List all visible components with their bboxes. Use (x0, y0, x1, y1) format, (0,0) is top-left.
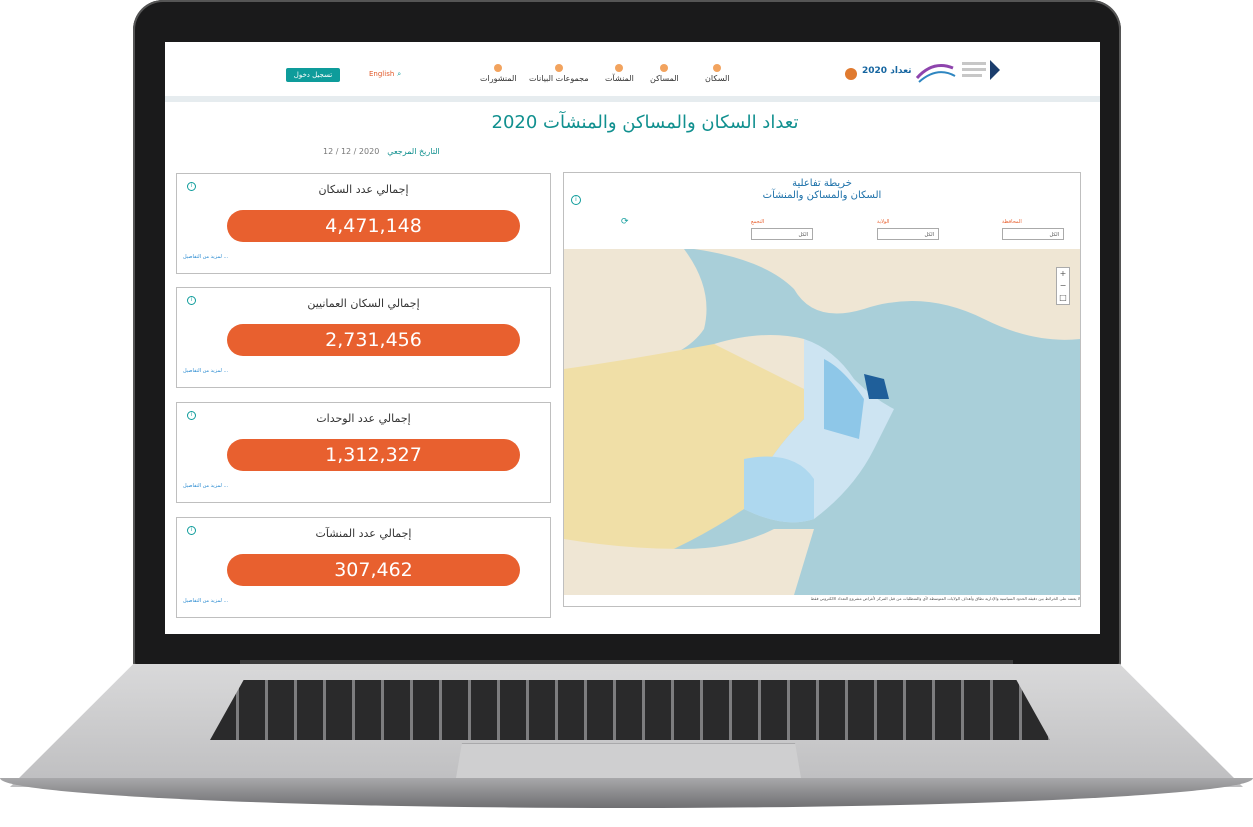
reference-date: 12 / 12 / 2020 التاريخ المرجعي (323, 147, 440, 156)
nav-item-label: مجموعات البيانات (529, 74, 589, 83)
stat-card-value: 1,312,327 (227, 439, 520, 471)
datasets-icon (554, 64, 563, 72)
wilayat-select[interactable]: الكل (877, 228, 939, 240)
map-title: خريطة تفاعلية السكان والمساكن والمنشآت (564, 178, 1080, 202)
more-details-link[interactable]: لمزيد من التفاصيل ... (183, 254, 228, 260)
nav-item-establishments[interactable]: المنشآت (605, 64, 634, 83)
more-details-link[interactable]: لمزيد من التفاصيل ... (183, 368, 228, 374)
census-logo-icon (845, 68, 857, 80)
stat-card-value: 4,471,148 (227, 210, 520, 242)
reference-date-label: التاريخ المرجعي (387, 147, 440, 156)
nav-item-label: السكان (705, 74, 730, 83)
more-details-link[interactable]: لمزيد من التفاصيل ... (183, 483, 228, 489)
laptop-base-edge (0, 778, 1253, 808)
language-label: English (369, 70, 395, 78)
housing-icon (660, 64, 669, 72)
nav-item-population[interactable]: السكان (705, 64, 730, 83)
reference-date-value: 12 / 12 / 2020 (323, 147, 380, 156)
map-zoom-controls[interactable]: + − □ (1056, 267, 1070, 305)
nav-item-label: المساكن (650, 74, 679, 83)
filter-wilayat: الولاية الكل (877, 219, 941, 240)
more-details-link[interactable]: لمزيد من التفاصيل ... (183, 598, 228, 604)
locality-select[interactable]: الكل (751, 228, 813, 240)
stat-card-value: 2,731,456 (227, 324, 520, 356)
page-title: تعداد السكان والمساكن والمنشآت 2020 (491, 112, 799, 133)
stat-card-title: إجمالي عدد الوحدات (316, 412, 411, 425)
stat-card-value: 307,462 (227, 554, 520, 586)
establishments-icon (615, 64, 624, 72)
screen: تسجيل دخول English ⌕ المنشورات مجموعات ال… (165, 42, 1100, 634)
stat-card-title: إجمالي السكان العمانيين (307, 297, 420, 310)
nav-item-datasets[interactable]: مجموعات البيانات (529, 64, 589, 83)
stat-card-total-units: i إجمالي عدد الوحدات 1,312,327 لمزيد من … (176, 402, 551, 503)
interactive-map-panel: i خريطة تفاعلية السكان والمساكن والمنشآت… (563, 172, 1081, 607)
top-navigation-bar: تسجيل دخول English ⌕ المنشورات مجموعات ال… (165, 42, 1100, 102)
nav-item-housing[interactable]: المساكن (650, 64, 679, 83)
map-canvas[interactable] (564, 249, 1080, 595)
laptop-keyboard (210, 680, 1050, 740)
governorate-select[interactable]: الكل (1002, 228, 1064, 240)
map-title-line-2: السكان والمساكن والمنشآت (762, 190, 882, 201)
nav-item-label: المنشآت (605, 74, 634, 83)
stat-card-total-population: i إجمالي عدد السكان 4,471,148 لمزيد من ا… (176, 173, 551, 274)
census-brand: تعداد 2020 (862, 66, 912, 76)
publications-icon (494, 64, 503, 72)
ncsi-logo-icon (962, 60, 1000, 80)
map-graphic (564, 249, 1080, 595)
search-icon[interactable]: ⌕ (397, 70, 401, 78)
login-button[interactable]: تسجيل دخول (286, 68, 340, 82)
map-title-line-1: خريطة تفاعلية (792, 178, 852, 189)
filter-locality: التجمع الكل (751, 219, 815, 240)
nav-item-publications[interactable]: المنشورات (480, 64, 517, 83)
stat-card-title: إجمالي عدد المنشآت (315, 527, 412, 540)
stat-card-omani-population: i إجمالي السكان العمانيين 2,731,456 لمزي… (176, 287, 551, 388)
filter-governorate: المحافظة الكل (1002, 219, 1066, 240)
filter-label: التجمع (751, 219, 765, 225)
stat-card-total-establishments: i إجمالي عدد المنشآت 307,462 لمزيد من ال… (176, 517, 551, 618)
nav-item-label: المنشورات (480, 74, 517, 83)
refresh-icon[interactable]: ⟳ (621, 217, 629, 227)
language-switch[interactable]: English ⌕ (369, 70, 401, 79)
population-icon (713, 64, 722, 72)
census-swirl-logo-icon (915, 64, 956, 83)
filter-label: الولاية (877, 219, 890, 225)
filter-label: المحافظة (1002, 219, 1022, 225)
map-disclaimer: لا يعتمد على الخرائط بين دقيقة الحدود ال… (810, 596, 1080, 601)
stat-card-title: إجمالي عدد السكان (318, 183, 409, 196)
